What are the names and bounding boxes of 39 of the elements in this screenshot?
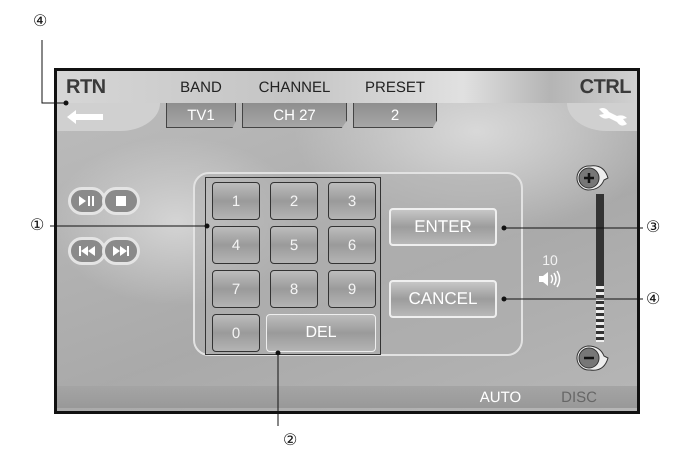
stop-icon	[116, 196, 126, 206]
number-key[interactable]: 2	[270, 182, 318, 220]
action-button[interactable]: ENTER	[389, 208, 497, 246]
volume-track[interactable]	[596, 194, 604, 342]
number-key[interactable]: 3	[328, 182, 376, 220]
previous-icon	[79, 246, 95, 256]
number-key[interactable]: 8	[270, 270, 318, 308]
play-pause-icon	[79, 196, 95, 206]
callout-number: ③	[646, 218, 660, 238]
control-label[interactable]: CTRL	[567, 71, 637, 103]
callout-number: ④	[646, 290, 660, 310]
return-label[interactable]: RTN	[57, 71, 160, 103]
callout-number: ②	[283, 431, 297, 451]
number-key[interactable]: 9	[328, 270, 376, 308]
field-label: PRESET	[364, 78, 426, 98]
play-pause-button[interactable]	[68, 187, 106, 215]
number-key[interactable]: 4	[212, 226, 260, 264]
number-key[interactable]: 1	[212, 182, 260, 220]
number-key[interactable]: 7	[212, 270, 260, 308]
action-button[interactable]: CANCEL	[389, 280, 497, 318]
speaker-icon	[539, 270, 561, 288]
next-icon	[113, 246, 129, 256]
field-label: CHANNEL	[258, 78, 332, 98]
number-key[interactable]: 6	[328, 226, 376, 264]
callout-number: ①	[30, 216, 44, 236]
volume-reading: 10	[542, 252, 558, 268]
previous-button[interactable]	[68, 237, 106, 265]
source-tab[interactable]: AUTO	[480, 388, 522, 406]
stop-button[interactable]	[102, 187, 140, 215]
field-value[interactable]: 2	[353, 103, 437, 128]
number-key[interactable]: 5	[270, 226, 318, 264]
next-button[interactable]	[102, 237, 140, 265]
field-value[interactable]: TV1	[166, 103, 236, 128]
callout-number: ④	[33, 12, 47, 32]
field-value[interactable]: CH 27	[242, 103, 347, 128]
source-tab[interactable]: DISC	[561, 388, 597, 406]
delete-button[interactable]: DEL	[266, 314, 376, 352]
field-label: BAND	[179, 78, 223, 98]
number-key[interactable]: 0	[212, 314, 260, 352]
